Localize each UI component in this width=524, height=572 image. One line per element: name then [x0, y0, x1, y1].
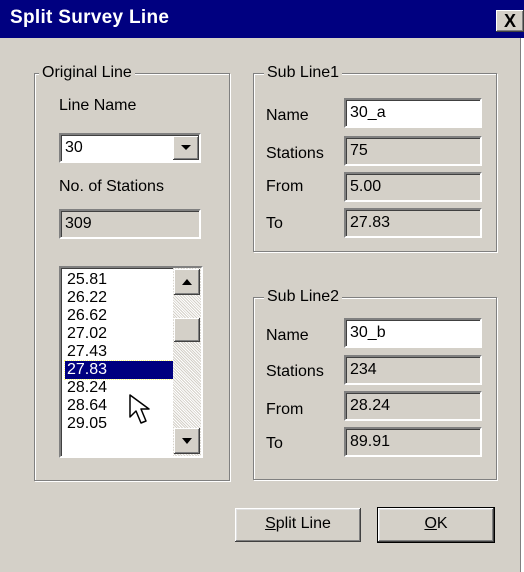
sub-line2-stations-label: Stations: [266, 363, 324, 380]
sub-line2-name-label: Name: [266, 327, 309, 344]
split-line-button[interactable]: Split Line: [235, 508, 361, 542]
station-list-item[interactable]: 27.43: [65, 343, 173, 361]
station-list-item[interactable]: 29.05: [65, 415, 173, 433]
station-list-item[interactable]: 28.24: [65, 379, 173, 397]
chevron-down-icon: [181, 145, 191, 150]
original-line-group-title: Original Line: [39, 64, 135, 82]
arrow-down-icon: [182, 438, 192, 444]
sub-line2-name-input[interactable]: 30_b: [344, 318, 482, 348]
stations-listbox[interactable]: 25.81 26.22 26.62 27.02 27.43 27.83 28.24 28.64…: [59, 266, 203, 458]
mouse-pointer-icon: [129, 394, 150, 424]
station-list-item[interactable]: 27.02: [65, 325, 173, 343]
station-list-item[interactable]: 25.81: [65, 271, 173, 289]
line-name-combobox[interactable]: 30: [59, 133, 201, 163]
title-bar[interactable]: Split Survey Line X: [0, 0, 524, 38]
sub-line1-name-input[interactable]: 30_a: [344, 98, 482, 128]
ok-button[interactable]: OK: [377, 507, 495, 543]
arrow-up-icon: [182, 279, 192, 285]
sub-line2-from-label: From: [266, 401, 304, 418]
station-list-item[interactable]: 28.64: [65, 397, 173, 415]
sub-line1-group-title: Sub Line1: [264, 64, 343, 82]
window-title: Split Survey Line: [10, 7, 170, 28]
split-line-mnemonic: S: [265, 515, 276, 532]
station-list-item[interactable]: 26.22: [65, 289, 173, 307]
split-survey-line-dialog: Split Survey Line X Original Line Line N…: [0, 0, 524, 572]
ok-label: K: [436, 515, 448, 532]
stations-scrollbar[interactable]: [173, 268, 201, 456]
station-list-item[interactable]: 26.62: [65, 307, 173, 325]
line-name-value: 30: [65, 139, 83, 156]
sub-line2-stations-field: 234: [344, 355, 482, 385]
stations-list-items: 25.81 26.22 26.62 27.02 27.43 27.83 28.24 28.64…: [64, 271, 174, 433]
sub-line1-from-field: 5.00: [344, 172, 482, 202]
scroll-up-button[interactable]: [174, 269, 200, 295]
sub-line1-name-label: Name: [266, 107, 309, 124]
sub-line1-from-label: From: [266, 178, 304, 195]
line-name-label: Line Name: [59, 97, 137, 114]
num-stations-field: 309: [59, 209, 201, 239]
close-button[interactable]: X: [496, 10, 524, 32]
scroll-thumb[interactable]: [174, 318, 200, 342]
sub-line2-group-title: Sub Line2: [264, 288, 343, 306]
sub-line2-to-field: 89.91: [344, 427, 482, 457]
split-line-label: plit Line: [275, 515, 331, 532]
dropdown-button[interactable]: [173, 136, 199, 160]
sub-line1-to-label: To: [266, 215, 283, 232]
num-stations-label: No. of Stations: [59, 178, 164, 195]
sub-line2-from-field: 28.24: [344, 391, 482, 421]
ok-mnemonic: O: [424, 515, 437, 532]
sub-line2-to-label: To: [266, 435, 283, 452]
sub-line1-to-field: 27.83: [344, 208, 482, 238]
station-list-item[interactable]: 27.83: [64, 360, 174, 380]
scroll-down-button[interactable]: [174, 428, 200, 454]
sub-line1-stations-field: 75: [344, 136, 482, 166]
sub-line1-stations-label: Stations: [266, 145, 324, 162]
close-icon: X: [503, 11, 516, 31]
